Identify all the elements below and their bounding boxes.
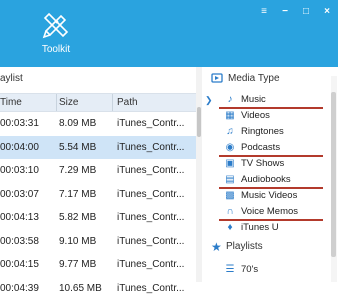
star-icon: ★	[211, 242, 221, 252]
toolkit-icon	[41, 10, 71, 40]
chevron-right-icon: ❯	[205, 95, 213, 106]
sidebar-item-label: Audiobooks	[241, 174, 291, 185]
column-header: Time Size Path	[0, 93, 202, 112]
sidebar-item-audiobooks[interactable]: ▤ Audiobooks	[225, 172, 291, 187]
tv-icon: ▣	[225, 159, 235, 169]
cell-path: iTunes_Contr...	[117, 277, 184, 300]
cell-size: 7.29 MB	[59, 159, 96, 183]
sidebar-item-label: iTunes U	[241, 222, 279, 233]
close-icon[interactable]: ×	[322, 6, 332, 17]
media-type-header[interactable]: Media Type	[211, 72, 280, 84]
cell-size: 10.65 MB	[59, 277, 102, 300]
sidebar-item-label: Podcasts	[241, 142, 280, 153]
cell-size: 9.10 MB	[59, 230, 96, 254]
library-sidebar: Media Type ♪ Music ▦ Videos ♫ Ringtones ◉ Po…	[203, 67, 338, 282]
sidebar-item-music-videos[interactable]: ▩ Music Videos	[225, 188, 297, 203]
column-divider[interactable]	[56, 94, 57, 111]
track-list-scrollbar[interactable]	[196, 67, 202, 282]
headset-icon: ∩	[225, 207, 235, 217]
sidebar-item-ringtones[interactable]: ♫ Ringtones	[225, 124, 284, 139]
pane-title: aylist	[0, 73, 23, 84]
cell-time: 00:03:10	[0, 159, 39, 183]
playlist-icon: ☰	[225, 265, 235, 275]
cell-time: 00:04:00	[0, 136, 39, 160]
cell-path: iTunes_Contr...	[117, 253, 184, 277]
sidebar-item-podcasts[interactable]: ◉ Podcasts	[225, 140, 280, 155]
sidebar-item-playlist[interactable]: ☰ 70's	[225, 262, 258, 277]
table-row[interactable]: 00:03:07 7.17 MB iTunes_Contr...	[0, 183, 196, 207]
playlists-label: Playlists	[226, 241, 263, 252]
cell-path: iTunes_Contr...	[117, 112, 184, 136]
music-note-icon: ♪	[225, 95, 235, 105]
cell-time: 00:03:31	[0, 112, 39, 136]
cell-path: iTunes_Contr...	[117, 183, 184, 207]
cell-path: iTunes_Contr...	[117, 230, 184, 254]
table-row[interactable]: 00:03:58 9.10 MB iTunes_Contr...	[0, 230, 196, 254]
sidebar-item-label: Ringtones	[241, 126, 284, 137]
top-toolbar: Toolkit ≡ − □ ×	[0, 0, 338, 67]
menu-icon[interactable]: ≡	[259, 6, 269, 17]
sidebar-item-label: Music	[241, 94, 266, 105]
column-path[interactable]: Path	[117, 97, 138, 108]
music-video-icon: ▩	[225, 191, 235, 201]
toolkit-button[interactable]: Toolkit	[34, 10, 78, 64]
cell-time: 00:04:39	[0, 277, 39, 300]
minimize-icon[interactable]: −	[280, 6, 290, 17]
sidebar-item-label: 70's	[241, 264, 258, 275]
table-row[interactable]: 00:04:15 9.77 MB iTunes_Contr...	[0, 253, 196, 277]
column-divider[interactable]	[112, 94, 113, 111]
table-row[interactable]: 00:03:10 7.29 MB iTunes_Contr...	[0, 159, 196, 183]
cell-time: 00:04:15	[0, 253, 39, 277]
cell-size: 8.09 MB	[59, 112, 96, 136]
table-row[interactable]: 00:04:13 5.82 MB iTunes_Contr...	[0, 206, 196, 230]
cell-time: 00:04:13	[0, 206, 39, 230]
podcast-icon: ◉	[225, 143, 235, 153]
sidebar-item-label: Videos	[241, 110, 270, 121]
media-type-icon	[211, 72, 223, 84]
table-row[interactable]: 00:03:31 8.09 MB iTunes_Contr...	[0, 112, 196, 136]
sidebar-item-label: TV Shows	[241, 158, 284, 169]
sidebar-item-videos[interactable]: ▦ Videos	[225, 108, 270, 123]
table-row[interactable]: 00:04:39 10.65 MB iTunes_Contr...	[0, 277, 196, 300]
column-size[interactable]: Size	[59, 97, 78, 108]
cell-time: 00:03:58	[0, 230, 39, 254]
table-row-selected[interactable]: 00:04:00 5.54 MB iTunes_Contr...	[0, 136, 196, 160]
sidebar-item-tv-shows[interactable]: ▣ TV Shows	[225, 156, 284, 171]
cell-path: iTunes_Contr...	[117, 136, 184, 160]
playlist-pane: aylist Time Size Path 00:03:31 8.09 MB iTu…	[0, 67, 202, 282]
maximize-icon[interactable]: □	[301, 6, 311, 17]
sidebar-scrollbar[interactable]	[331, 76, 337, 282]
cell-time: 00:03:07	[0, 183, 39, 207]
bell-icon: ♫	[225, 127, 235, 137]
cell-size: 5.54 MB	[59, 136, 96, 160]
scrollbar-thumb[interactable]	[197, 107, 201, 137]
track-list: 00:03:31 8.09 MB iTunes_Contr... 00:04:00 5…	[0, 112, 196, 300]
scrollbar-thumb[interactable]	[331, 92, 336, 257]
sidebar-item-label: Music Videos	[241, 190, 297, 201]
graduation-cap-icon: ♦	[225, 223, 235, 233]
cell-size: 7.17 MB	[59, 183, 96, 207]
video-icon: ▦	[225, 111, 235, 121]
sidebar-item-voice-memos[interactable]: ∩ Voice Memos	[225, 204, 298, 219]
sidebar-item-music[interactable]: ♪ Music	[225, 92, 266, 107]
media-type-label: Media Type	[228, 73, 280, 84]
sidebar-item-itunes-u[interactable]: ♦ iTunes U	[225, 220, 279, 235]
toolkit-label: Toolkit	[34, 44, 78, 55]
playlists-header[interactable]: ★ Playlists	[211, 241, 263, 252]
column-time[interactable]: Time	[0, 97, 22, 108]
cell-size: 9.77 MB	[59, 253, 96, 277]
cell-path: iTunes_Contr...	[117, 206, 184, 230]
book-icon: ▤	[225, 175, 235, 185]
sidebar-item-label: Voice Memos	[241, 206, 298, 217]
cell-path: iTunes_Contr...	[117, 159, 184, 183]
cell-size: 5.82 MB	[59, 206, 96, 230]
